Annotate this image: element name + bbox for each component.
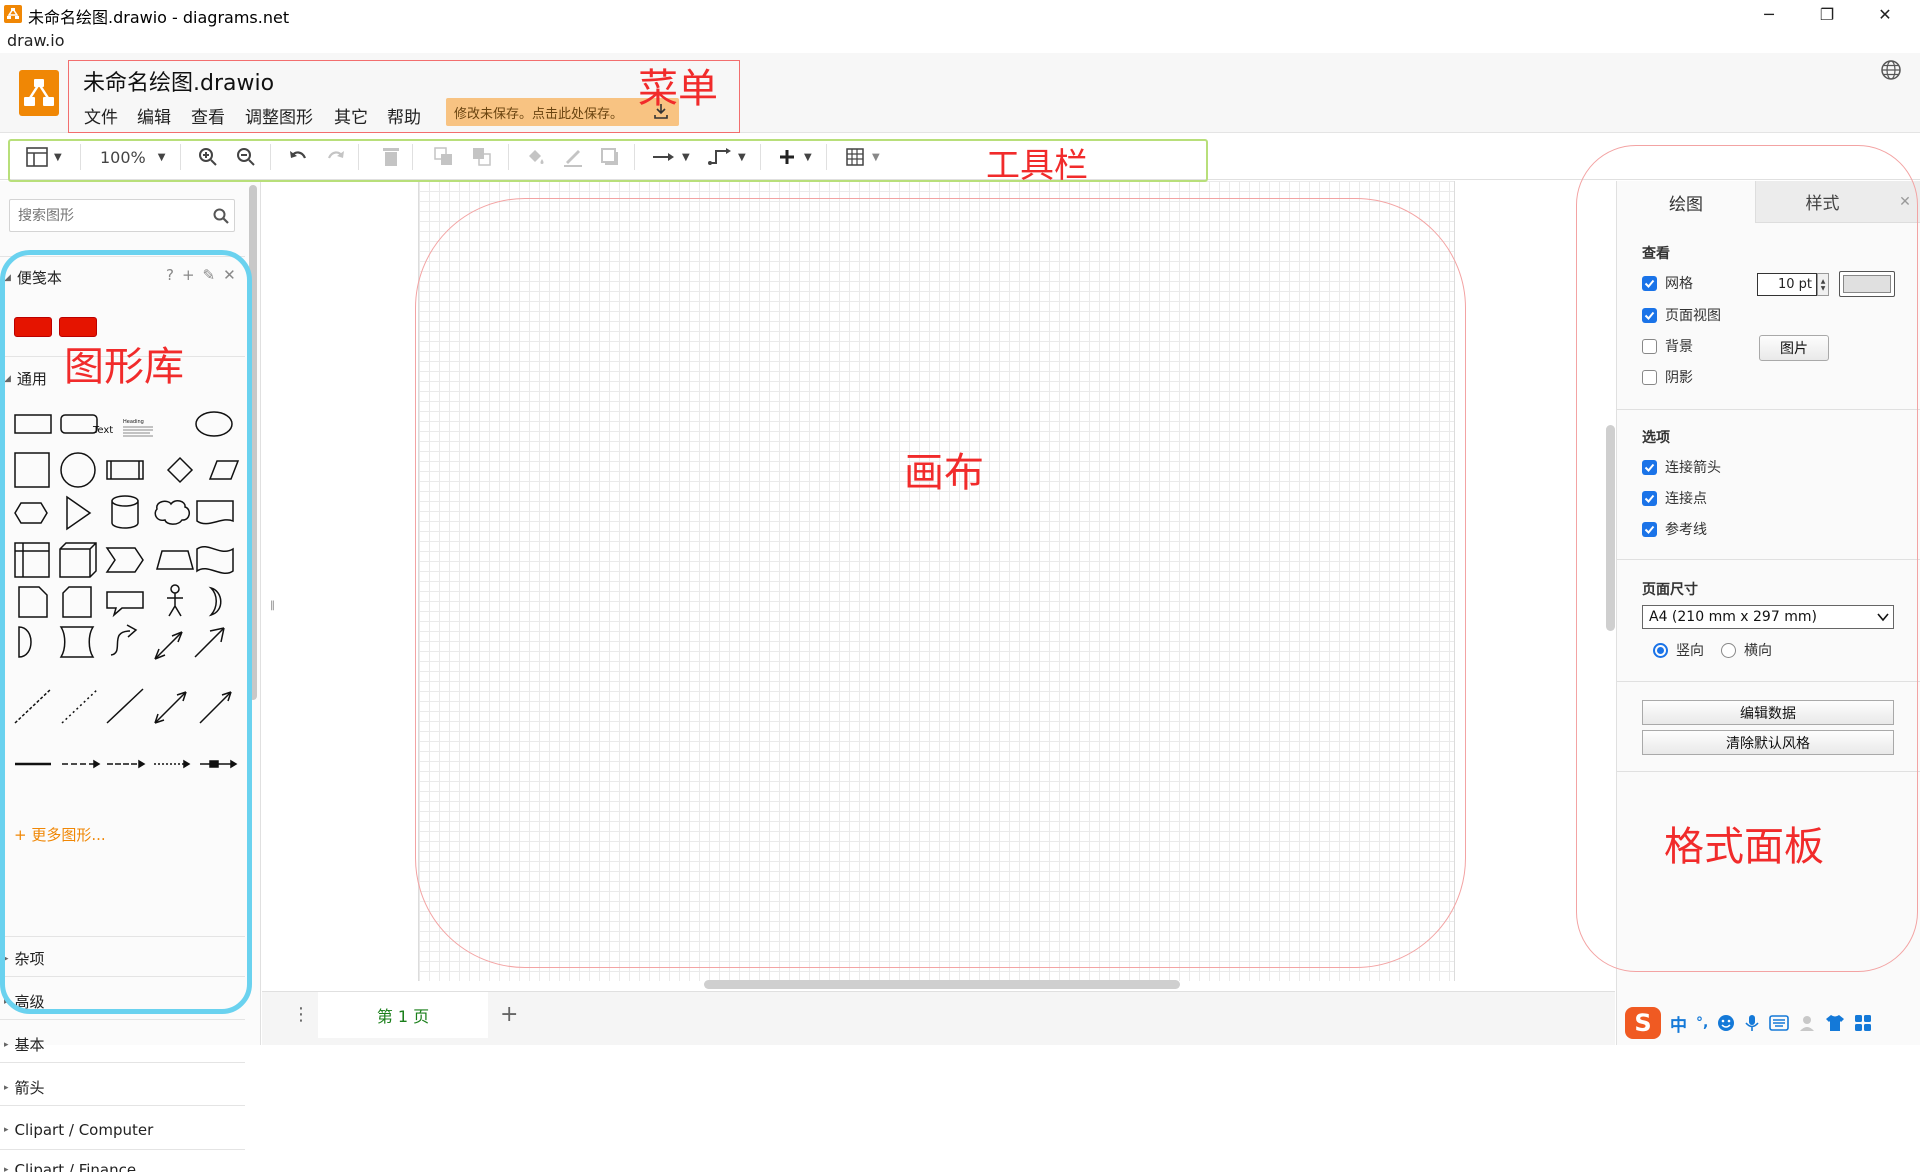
ime-punctuation-mode[interactable]: °, [1696,1015,1708,1031]
pages-menu-icon[interactable]: ⋮ [292,1004,310,1025]
ime-toolbar: S 中 °, [1625,1006,1920,1040]
section-clipart-finance-label: Clipart / Finance [14,1161,137,1172]
app-icon [4,5,22,23]
section-clipart-computer-label: Clipart / Computer [14,1121,154,1139]
shape-search-input[interactable] [10,200,200,231]
tab-page-1[interactable]: 第 1 页 [318,992,488,1038]
section-arrows[interactable]: ▸ 箭头 [4,1077,45,1098]
panel-splitter-handle[interactable]: ‖ [270,600,275,611]
section-divider [0,1062,245,1063]
toolbox-grid-icon[interactable] [1854,1014,1872,1032]
user-icon[interactable] [1798,1014,1816,1032]
window-title: 未命名绘图.drawio - diagrams.net [28,8,290,27]
page-tab-bar: ⋮ 第 1 页 + [262,991,1615,1045]
canvas-annotation-label: 画布 [904,450,984,496]
expand-caret-icon: ▸ [4,1125,9,1135]
keyboard-icon[interactable] [1769,1015,1790,1031]
search-icon[interactable] [213,208,229,224]
format-panel-annotation-label: 格式面板 [1664,824,1824,870]
section-arrows-label: 箭头 [14,1079,45,1097]
menu-annotation-label: 菜单 [638,66,718,112]
canvas-annotation-box [415,198,1466,968]
sogou-logo-icon[interactable]: S [1625,1007,1661,1039]
section-clipart-finance[interactable]: ▸ Clipart / Finance [0,1161,245,1172]
section-clipart-computer[interactable]: ▸ Clipart / Computer [4,1121,153,1139]
shape-search-box[interactable] [9,199,235,232]
section-divider [0,1149,245,1150]
toolbar-annotation-label: 工具栏 [986,146,1088,186]
window-titlebar: 未命名绘图.drawio - diagrams.net ─ ❐ ✕ [0,0,1920,28]
app-name: draw.io [7,31,65,50]
minimize-button[interactable]: ─ [1740,0,1798,28]
drawio-logo [19,70,59,116]
emoji-icon[interactable] [1717,1014,1735,1032]
expand-caret-icon: ▸ [4,1082,9,1093]
section-divider [0,1105,245,1106]
language-globe-icon[interactable] [1880,59,1902,81]
add-page-button[interactable]: + [500,1002,518,1027]
section-clipart-finance-row: ▸ Clipart / Finance [4,1161,136,1172]
logo-icon [24,79,54,106]
ime-chinese-mode[interactable]: 中 [1670,1011,1687,1036]
close-window-button[interactable]: ✕ [1856,0,1914,28]
microphone-icon[interactable] [1744,1014,1760,1032]
skin-shirt-icon[interactable] [1825,1014,1845,1032]
canvas-horizontal-scrollbar[interactable] [704,980,1180,989]
restore-button[interactable]: ❐ [1798,0,1856,28]
section-divider [0,1019,245,1020]
expand-caret-icon: ▸ [4,1165,9,1172]
shape-library-annotation-label: 图形库 [64,344,184,390]
